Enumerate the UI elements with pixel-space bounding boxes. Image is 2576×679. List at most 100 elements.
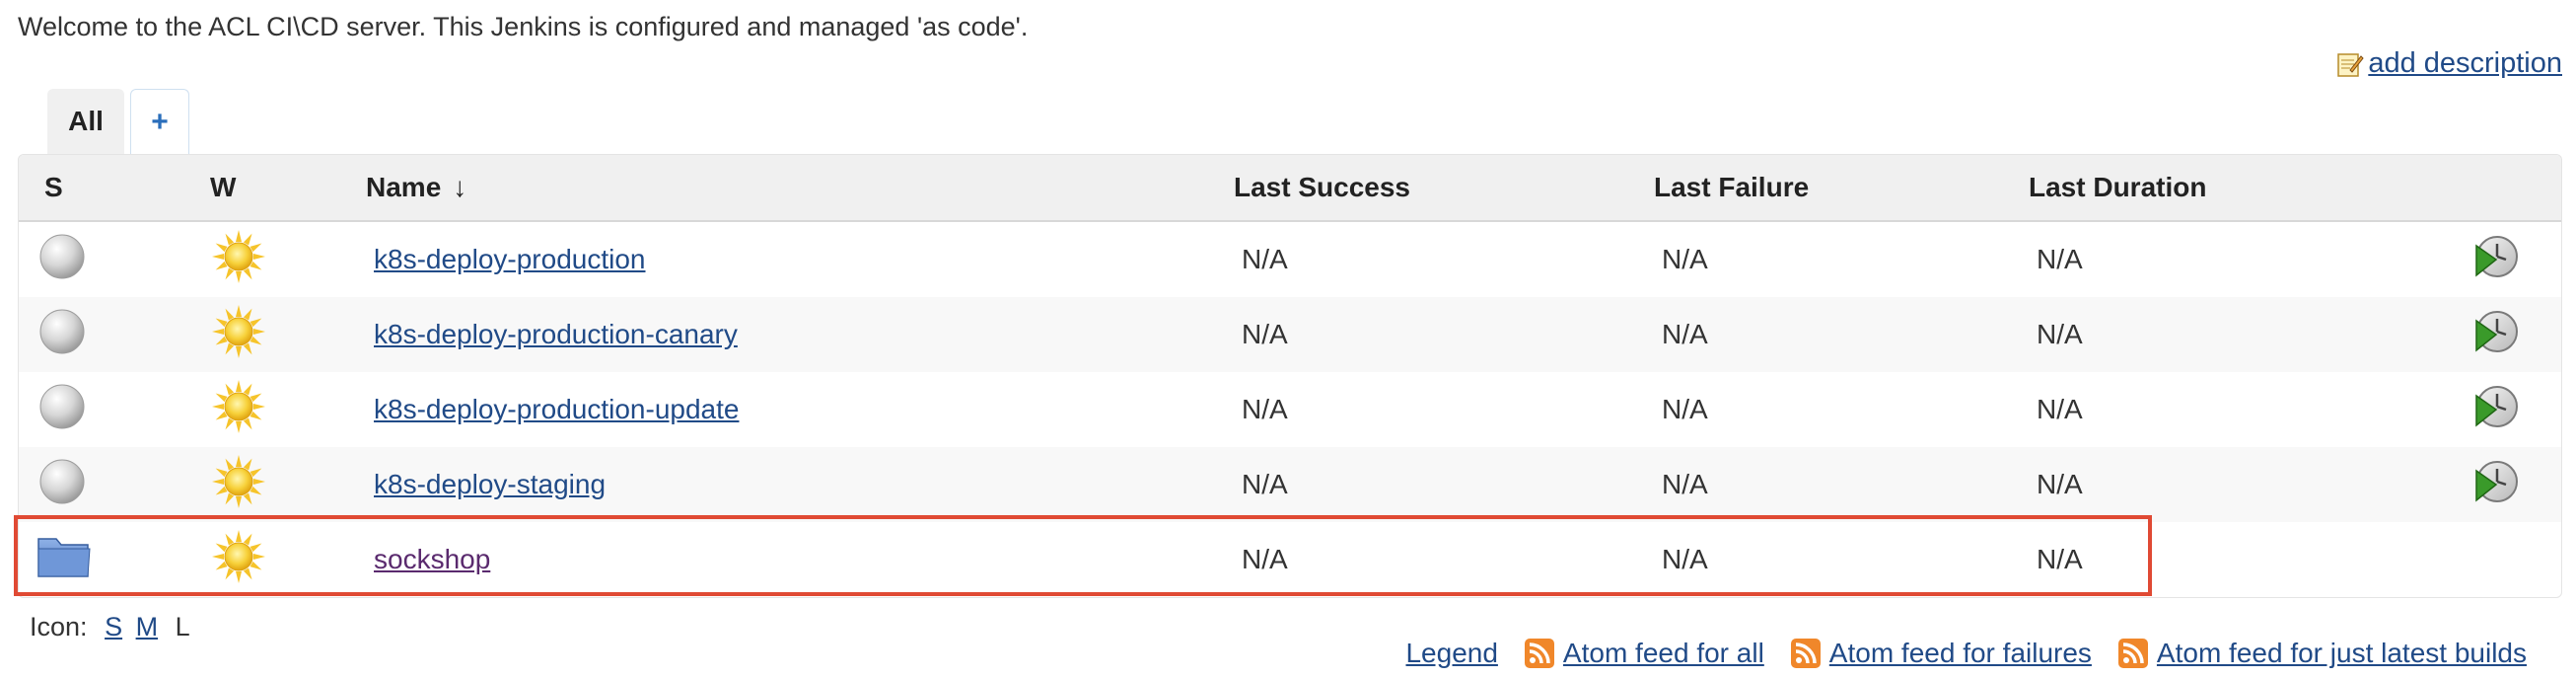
job-status-cell: [19, 297, 210, 372]
job-last-duration-cell: N/A: [2029, 522, 2451, 597]
view-tabs: All +: [47, 89, 189, 154]
atom-feed-all-link[interactable]: Atom feed for all: [1563, 638, 1764, 669]
job-last-success-cell: N/A: [1234, 221, 1654, 297]
last-success-value: N/A: [1242, 394, 1288, 424]
job-status-cell: [19, 522, 210, 597]
column-actions: [2451, 155, 2561, 222]
column-weather[interactable]: W: [210, 155, 366, 222]
column-last-success[interactable]: Last Success: [1234, 155, 1654, 222]
add-description-label: add description: [2368, 47, 2562, 79]
job-action-cell[interactable]: [2451, 297, 2561, 372]
job-last-duration-cell: N/A: [2029, 372, 2451, 447]
rss-feed-icon: [1790, 639, 1821, 668]
last-failure-value: N/A: [1662, 319, 1708, 349]
job-last-success-cell: N/A: [1234, 522, 1654, 597]
job-link[interactable]: k8s-deploy-staging: [374, 469, 606, 499]
job-status-cell: [19, 221, 210, 297]
table-row: k8s-deploy-production N/A N/A N/A: [19, 221, 2561, 297]
job-action-cell: [2451, 522, 2561, 597]
job-last-failure-cell: N/A: [1654, 447, 2029, 522]
job-link[interactable]: k8s-deploy-production-canary: [374, 319, 738, 349]
table-row: k8s-deploy-staging N/A N/A N/A: [19, 447, 2561, 522]
tab-all[interactable]: All: [47, 89, 124, 154]
column-name[interactable]: Name ↓: [366, 155, 1234, 222]
job-last-failure-cell: N/A: [1654, 522, 2029, 597]
weather-sunny-icon: [212, 529, 265, 583]
weather-sunny-icon: [212, 379, 265, 433]
weather-sunny-icon: [212, 304, 265, 358]
last-failure-value: N/A: [1662, 469, 1708, 499]
add-description-link[interactable]: add description: [2336, 47, 2562, 80]
job-action-cell[interactable]: [2451, 221, 2561, 297]
last-duration-value: N/A: [2037, 319, 2083, 349]
last-failure-value: N/A: [1662, 394, 1708, 424]
column-last-failure[interactable]: Last Failure: [1654, 155, 2029, 222]
job-last-failure-cell: N/A: [1654, 221, 2029, 297]
job-status-cell: [19, 372, 210, 447]
job-link[interactable]: k8s-deploy-production-update: [374, 394, 739, 424]
schedule-build-icon: [2475, 460, 2518, 502]
feed-all: Atom feed for all: [1524, 638, 1764, 669]
status-not-built-icon: [39, 384, 85, 428]
job-last-success-cell: N/A: [1234, 372, 1654, 447]
status-not-built-icon: [39, 234, 85, 278]
job-health-cell: [210, 447, 366, 522]
icon-size-medium-link[interactable]: M: [136, 612, 159, 641]
job-link[interactable]: k8s-deploy-production: [374, 244, 646, 274]
edit-note-icon: [2337, 52, 2364, 77]
legend-link[interactable]: Legend: [1405, 638, 1497, 669]
weather-sunny-icon: [212, 454, 265, 508]
job-action-cell[interactable]: [2451, 372, 2561, 447]
job-last-success-cell: N/A: [1234, 297, 1654, 372]
status-not-built-icon: [39, 459, 85, 503]
table-header-row: S W Name ↓ Last Success Last Failure Last…: [19, 155, 2561, 222]
atom-feed-failures-link[interactable]: Atom feed for failures: [1829, 638, 2092, 669]
job-name-cell: sockshop: [366, 522, 1234, 597]
table-row: k8s-deploy-production-update N/A N/A N/A: [19, 372, 2561, 447]
atom-feed-latest-builds-link[interactable]: Atom feed for just latest builds: [2157, 638, 2527, 669]
job-last-failure-cell: N/A: [1654, 297, 2029, 372]
last-success-value: N/A: [1242, 244, 1288, 274]
icon-size-small-link[interactable]: S: [105, 612, 122, 641]
job-link[interactable]: sockshop: [374, 544, 490, 574]
column-status[interactable]: S: [19, 155, 210, 222]
job-health-cell: [210, 372, 366, 447]
footer-links: Legend Atom feed for all Atom feed for f…: [1405, 638, 2527, 669]
last-duration-value: N/A: [2037, 469, 2083, 499]
icon-size-selector: Icon: S M L: [30, 612, 190, 642]
schedule-build-icon: [2475, 235, 2518, 277]
last-duration-value: N/A: [2037, 394, 2083, 424]
table-row: sockshop N/A N/A N/A: [19, 522, 2561, 597]
last-duration-value: N/A: [2037, 244, 2083, 274]
new-view-tab[interactable]: +: [130, 89, 189, 154]
job-last-duration-cell: N/A: [2029, 297, 2451, 372]
rss-feed-icon: [1524, 639, 1554, 668]
job-name-cell: k8s-deploy-production-canary: [366, 297, 1234, 372]
last-success-value: N/A: [1242, 544, 1288, 574]
feed-failures: Atom feed for failures: [1790, 638, 2092, 669]
icon-size-large-current: L: [175, 612, 190, 641]
last-duration-value: N/A: [2037, 544, 2083, 574]
welcome-message: Welcome to the ACL CI\CD server. This Je…: [18, 12, 1029, 41]
column-last-duration[interactable]: Last Duration: [2029, 155, 2451, 222]
job-status-cell: [19, 447, 210, 522]
job-last-duration-cell: N/A: [2029, 221, 2451, 297]
last-success-value: N/A: [1242, 319, 1288, 349]
job-health-cell: [210, 221, 366, 297]
table-row: k8s-deploy-production-canary N/A N/A N/A: [19, 297, 2561, 372]
schedule-build-icon: [2475, 385, 2518, 427]
job-health-cell: [210, 297, 366, 372]
job-health-cell: [210, 522, 366, 597]
job-action-cell[interactable]: [2451, 447, 2561, 522]
folder-icon: [37, 537, 91, 577]
job-name-cell: k8s-deploy-production-update: [366, 372, 1234, 447]
job-last-success-cell: N/A: [1234, 447, 1654, 522]
last-failure-value: N/A: [1662, 244, 1708, 274]
last-success-value: N/A: [1242, 469, 1288, 499]
job-name-cell: k8s-deploy-staging: [366, 447, 1234, 522]
last-failure-value: N/A: [1662, 544, 1708, 574]
feed-latest: Atom feed for just latest builds: [2117, 638, 2527, 669]
rss-feed-icon: [2117, 639, 2148, 668]
schedule-build-icon: [2475, 310, 2518, 352]
column-name-label: Name: [366, 172, 442, 202]
